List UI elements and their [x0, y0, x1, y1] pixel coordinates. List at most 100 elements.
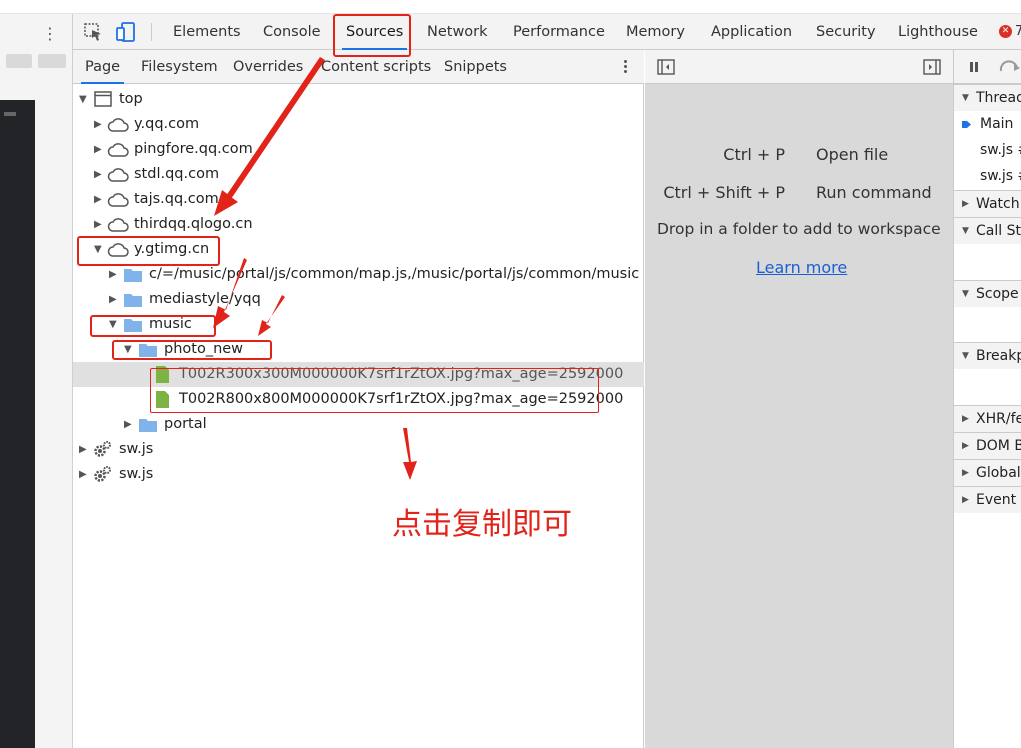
subtab-filesystem[interactable]: Filesystem	[141, 50, 218, 84]
tree-item-domain[interactable]: ▶ tajs.qq.com	[73, 187, 644, 212]
collapse-triangle-icon[interactable]: ▶	[962, 406, 969, 432]
dom-breakpoints-section-header[interactable]: ▶ DOM Breakpoints	[954, 432, 1021, 459]
tree-item-label: top	[119, 91, 143, 107]
breakpoints-section-header[interactable]: ▼ Breakpoints	[954, 342, 1021, 369]
cloud-icon	[107, 193, 129, 207]
frame-icon	[94, 91, 112, 107]
tab-console[interactable]: Console	[263, 14, 321, 50]
collapse-triangle-icon[interactable]: ▶	[124, 412, 134, 437]
error-icon[interactable]: ✕	[999, 25, 1012, 38]
more-options-icon[interactable]	[618, 58, 632, 76]
toggle-navigator-icon[interactable]	[657, 59, 675, 75]
expand-triangle-icon[interactable]: ▼	[79, 87, 89, 112]
editor-toolbar	[645, 50, 953, 84]
tab-network[interactable]: Network	[427, 14, 488, 50]
thread-label: sw.js #	[980, 142, 1021, 158]
subtab-overrides[interactable]: Overrides	[233, 50, 303, 84]
collapse-triangle-icon[interactable]: ▶	[94, 212, 104, 237]
folder-icon	[124, 269, 142, 282]
collapse-triangle-icon[interactable]: ▶	[962, 460, 969, 486]
device-toolbar-icon[interactable]	[115, 22, 137, 42]
scope-body	[954, 307, 1021, 342]
toggle-debugger-icon[interactable]	[923, 59, 941, 75]
editor-placeholder: Ctrl + P Open file Ctrl + Shift + P Run …	[645, 50, 953, 748]
collapse-triangle-icon[interactable]: ▶	[79, 437, 89, 462]
current-thread-arrow-icon	[962, 121, 971, 128]
xhr-breakpoints-section-header[interactable]: ▶ XHR/fetch Breakpoints	[954, 405, 1021, 432]
tree-item-folder[interactable]: ▶ mediastyle/yqq	[73, 287, 644, 312]
collapse-triangle-icon[interactable]: ▶	[962, 433, 969, 459]
error-count[interactable]: 7	[1015, 14, 1021, 50]
shortcut-action-open-file: Open file	[816, 145, 889, 164]
section-label: Threads	[976, 90, 1021, 106]
expand-triangle-icon[interactable]: ▼	[962, 281, 969, 307]
debugger-toolbar	[954, 50, 1021, 84]
thread-item[interactable]: sw.js #	[954, 137, 1021, 164]
shortcut-keys-open-file: Ctrl + P	[723, 145, 785, 164]
learn-more-link[interactable]: Learn more	[756, 258, 847, 277]
collapse-triangle-icon[interactable]: ▶	[94, 112, 104, 137]
tree-item-label: sw.js	[119, 441, 154, 457]
tree-item-label: tajs.qq.com	[134, 191, 219, 207]
collapse-triangle-icon[interactable]: ▶	[94, 162, 104, 187]
toolbar-divider	[151, 23, 152, 41]
tab-lighthouse[interactable]: Lighthouse	[898, 14, 978, 50]
tree-item-worker[interactable]: ▶ sw.js	[73, 437, 644, 462]
subtab-snippets[interactable]: Snippets	[444, 50, 507, 84]
tree-item-top[interactable]: ▼ top	[73, 87, 644, 112]
collapse-triangle-icon[interactable]: ▶	[94, 187, 104, 212]
tree-item-domain[interactable]: ▶ thirdqq.qlogo.cn	[73, 212, 644, 237]
folder-icon	[124, 294, 142, 307]
collapse-triangle-icon[interactable]: ▶	[109, 287, 119, 312]
section-label: XHR/fetch Breakpoints	[976, 411, 1021, 427]
tree-item-label: y.qq.com	[134, 116, 200, 132]
tree-item-domain[interactable]: ▶ y.qq.com	[73, 112, 644, 137]
tab-memory[interactable]: Memory	[626, 14, 685, 50]
tree-item-domain[interactable]: ▶ stdl.qq.com	[73, 162, 644, 187]
tab-performance[interactable]: Performance	[513, 14, 605, 50]
call-stack-section-header[interactable]: ▼ Call Stack	[954, 217, 1021, 244]
tab-security[interactable]: Security	[816, 14, 876, 50]
annotation-instruction-text: 点击复制即可	[392, 507, 572, 542]
expand-triangle-icon[interactable]: ▼	[962, 218, 969, 244]
expand-triangle-icon[interactable]: ▼	[962, 85, 969, 111]
event-listener-breakpoints-section-header[interactable]: ▶ Event Listener Breakpoints	[954, 486, 1021, 513]
section-label: Scope	[976, 286, 1019, 302]
threads-section-header[interactable]: ▼ Threads	[954, 84, 1021, 111]
pause-icon[interactable]	[968, 61, 980, 73]
page-dark-panel	[0, 100, 35, 748]
thread-item[interactable]: sw.js #	[954, 163, 1021, 190]
tree-item-domain[interactable]: ▶ pingfore.qq.com	[73, 137, 644, 162]
thread-item-main[interactable]: Main	[954, 111, 1021, 138]
section-label: DOM Breakpoints	[976, 438, 1021, 454]
call-stack-body	[954, 244, 1021, 280]
expand-triangle-icon[interactable]: ▼	[962, 343, 969, 369]
tab-application[interactable]: Application	[711, 14, 792, 50]
collapse-triangle-icon[interactable]: ▶	[94, 137, 104, 162]
inspect-element-icon[interactable]	[83, 22, 105, 42]
devtools-tab-bar: Elements Console Sources Network Perform…	[73, 14, 1021, 50]
step-over-icon[interactable]	[998, 60, 1021, 74]
tree-item-label: sw.js	[119, 466, 154, 482]
annotation-box-music-folder	[90, 315, 216, 337]
cloud-icon	[107, 143, 129, 157]
more-vertical-icon[interactable]: ⋮	[42, 26, 58, 42]
global-listeners-section-header[interactable]: ▶ Global Listeners	[954, 459, 1021, 486]
tree-item-label: stdl.qq.com	[134, 166, 220, 182]
collapse-triangle-icon[interactable]: ▶	[79, 462, 89, 487]
shortcut-action-run-command: Run command	[816, 183, 932, 202]
section-label: Global Listeners	[976, 465, 1021, 481]
subtab-page[interactable]: Page	[80, 50, 125, 84]
tab-elements[interactable]: Elements	[173, 14, 241, 50]
tree-item-worker[interactable]: ▶ sw.js	[73, 462, 644, 487]
page-bar	[6, 54, 32, 68]
browser-tab-strip	[0, 0, 1021, 14]
scope-section-header[interactable]: ▼ Scope	[954, 280, 1021, 307]
collapse-triangle-icon[interactable]: ▶	[962, 191, 969, 217]
collapse-triangle-icon[interactable]: ▶	[962, 487, 969, 513]
watch-section-header[interactable]: ▶ Watch	[954, 190, 1021, 217]
section-label: Event Listener Breakpoints	[976, 492, 1021, 508]
tree-item-folder[interactable]: ▶ portal	[73, 412, 644, 437]
shortcut-keys-run-command: Ctrl + Shift + P	[663, 183, 785, 202]
thread-label: Main	[980, 116, 1014, 132]
